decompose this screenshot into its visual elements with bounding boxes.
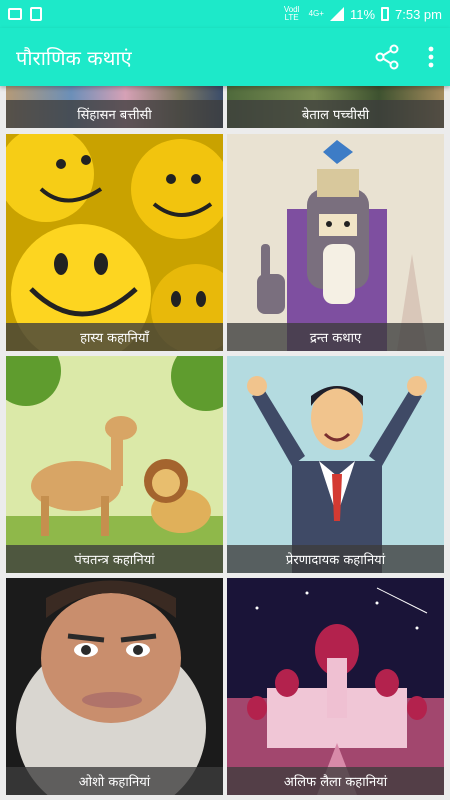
card-drant-katha[interactable]: द्रन्त कथाए	[227, 134, 444, 351]
card-singhasan-battisi[interactable]: सिंहासन बत्तीसी	[6, 86, 223, 128]
businessman-image	[227, 356, 444, 573]
app-actions	[374, 44, 434, 70]
card-label: पंचतन्त्र कहानियां	[6, 545, 223, 573]
carrier-label: Vodl LTE	[283, 5, 300, 22]
story-grid: सिंहासन बत्तीसी बेताल पच्चीसी हास्य कहान…	[0, 86, 450, 800]
card-label: बेताल पच्चीसी	[227, 100, 444, 128]
gallery-notification-icon	[8, 8, 22, 20]
signal-icon	[329, 7, 344, 21]
card-label: ओशो कहानियां	[6, 767, 223, 795]
card-osho-kahaniyan[interactable]: ओशो कहानियां	[6, 578, 223, 795]
more-vert-icon[interactable]	[428, 46, 434, 68]
palace-image	[227, 578, 444, 795]
osho-image	[6, 578, 223, 795]
card-label: हास्य कहानियाँ	[6, 323, 223, 351]
card-label: अलिफ लैला कहानियां	[227, 767, 444, 795]
status-left	[8, 7, 42, 21]
app-bar: पौराणिक कथाएं	[0, 28, 450, 86]
clock: 7:53 pm	[395, 6, 442, 22]
card-betal-pachisi[interactable]: बेताल पच्चीसी	[227, 86, 444, 128]
network-label: 4G+	[308, 9, 324, 18]
card-label: सिंहासन बत्तीसी	[6, 100, 223, 128]
battery-percent: 11%	[349, 6, 376, 22]
card-label: प्रेरणादायक कहानियां	[227, 545, 444, 573]
card-label: द्रन्त कथाए	[227, 323, 444, 351]
card-hasya-kahaniyan[interactable]: हास्य कहानियाँ	[6, 134, 223, 351]
sage-image	[227, 134, 444, 351]
card-panchatantra[interactable]: पंचतन्त्र कहानियां	[6, 356, 223, 573]
alert-notification-icon	[30, 7, 42, 21]
smiley-image	[6, 134, 223, 351]
status-bar: Vodl LTE 4G+ 11% 7:53 pm	[0, 0, 450, 28]
card-prernadayak[interactable]: प्रेरणादायक कहानियां	[227, 356, 444, 573]
share-icon[interactable]	[374, 44, 400, 70]
card-alif-laila[interactable]: अलिफ लैला कहानियां	[227, 578, 444, 795]
battery-icon	[381, 7, 390, 21]
app-title: पौराणिक कथाएं	[16, 45, 132, 70]
camel-lion-image	[6, 356, 223, 573]
status-right: Vodl LTE 4G+ 11% 7:53 pm	[281, 6, 442, 22]
